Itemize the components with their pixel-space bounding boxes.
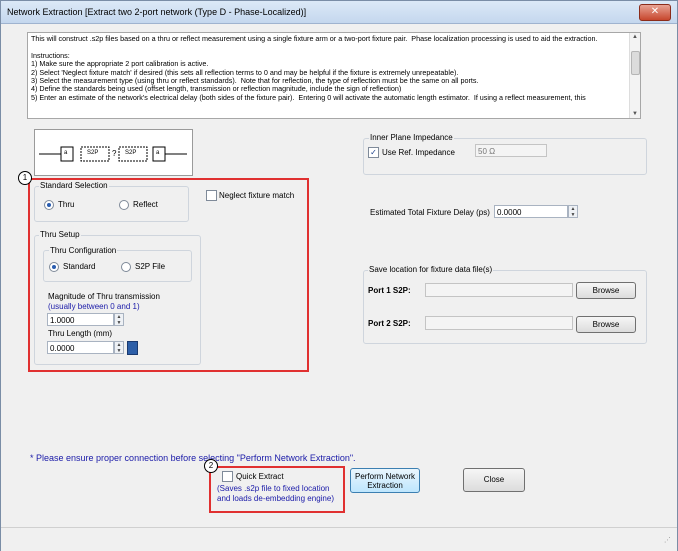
badge-2: 2 xyxy=(204,459,218,473)
close-window-button[interactable]: ✕ xyxy=(639,4,671,21)
diagram-label-a: a xyxy=(64,150,68,156)
use-ref-impedance-checkbox[interactable]: ✓ xyxy=(368,147,379,158)
port1-label: Port 1 S2P: xyxy=(368,286,411,295)
fixture-diagram: a S2P ? S2P a xyxy=(34,129,193,176)
delay-input[interactable]: 0.0000 xyxy=(494,205,568,218)
port2-browse-button[interactable]: Browse xyxy=(576,316,636,333)
save-location-title: Save location for fixture data file(s) xyxy=(368,265,494,274)
delay-label: Estimated Total Fixture Delay (ps) xyxy=(370,208,490,217)
scroll-up-icon[interactable]: ▲ xyxy=(631,33,639,41)
instructions-text: This will construct .s2p files based on … xyxy=(31,34,598,102)
instructions-textbox[interactable]: This will construct .s2p files based on … xyxy=(27,32,641,119)
perform-extraction-label-2: Extraction xyxy=(367,481,403,490)
scroll-thumb[interactable] xyxy=(631,51,640,75)
impedance-input[interactable]: 50 Ω xyxy=(475,144,547,157)
window-title: Network Extraction [Extract two 2-port n… xyxy=(7,7,307,17)
highlight-box-1 xyxy=(28,178,309,372)
perform-extraction-label-1: Perform Network xyxy=(354,472,415,481)
network-extraction-window: Network Extraction [Extract two 2-port n… xyxy=(0,0,678,551)
port1-path-input[interactable] xyxy=(425,283,573,297)
port1-browse-button[interactable]: Browse xyxy=(576,282,636,299)
diagram-label-b: a xyxy=(156,150,160,156)
badge-1: 1 xyxy=(18,171,32,185)
impedance-title: Inner Plane Impedance xyxy=(369,133,454,142)
highlight-box-2 xyxy=(209,466,345,513)
close-button[interactable]: Close xyxy=(463,468,525,492)
instructions-scrollbar[interactable]: ▲ ▼ xyxy=(629,33,640,118)
diagram-label-s2p-2: S2P xyxy=(125,150,137,156)
perform-extraction-button[interactable]: Perform Network Extraction xyxy=(350,468,420,493)
port2-label: Port 2 S2P: xyxy=(368,319,411,328)
port2-path-input[interactable] xyxy=(425,316,573,330)
connection-notice: * Please ensure proper connection before… xyxy=(30,453,356,463)
use-ref-impedance-label: Use Ref. Impedance xyxy=(382,148,455,157)
resize-grip-icon[interactable]: ⋰ xyxy=(664,536,671,544)
delay-spinner[interactable]: ▲ ▼ xyxy=(568,205,578,218)
diagram-label-s2p-1: S2P xyxy=(87,150,99,156)
scroll-down-icon[interactable]: ▼ xyxy=(631,110,639,118)
status-bar: ⋰ xyxy=(1,527,677,551)
title-bar[interactable]: Network Extraction [Extract two 2-port n… xyxy=(1,1,677,24)
diagram-label-question: ? xyxy=(112,149,117,158)
